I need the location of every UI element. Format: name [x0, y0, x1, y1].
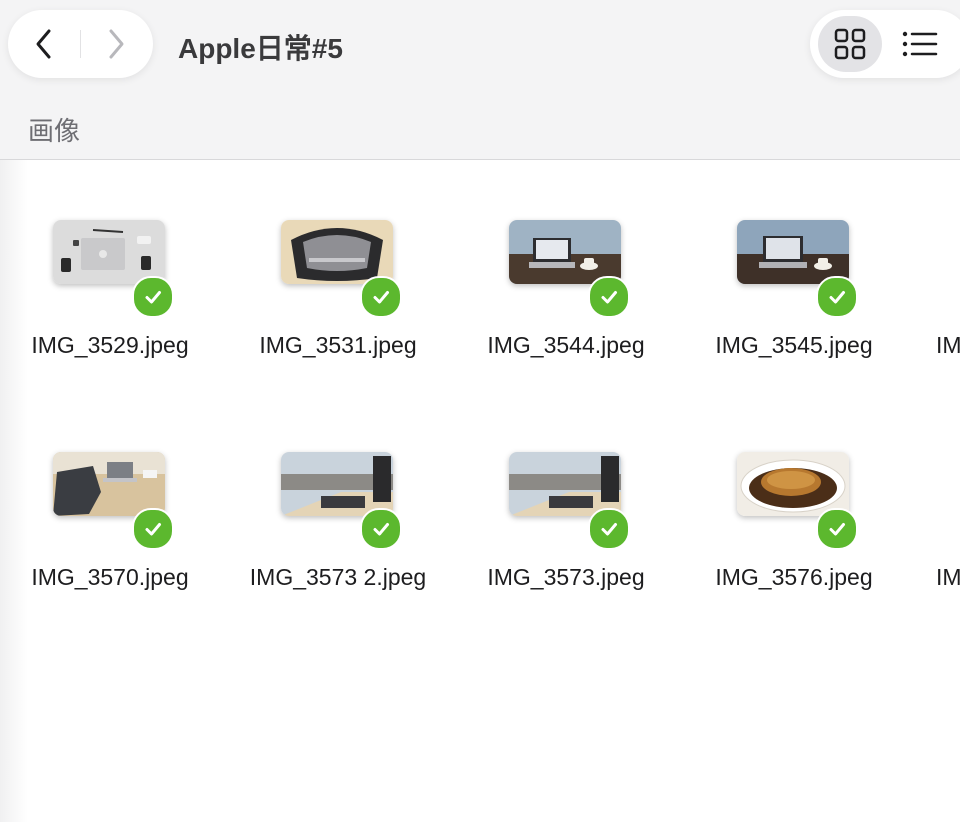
- file-item-partial[interactable]: IM: [936, 220, 960, 390]
- file-name: IMG_3545.jpeg: [715, 332, 873, 358]
- file-item[interactable]: IMG_3570.jpeg: [0, 452, 224, 622]
- file-item[interactable]: IMG_3545.jpeg: [680, 220, 908, 390]
- thumbnail: [281, 220, 393, 284]
- toolbar: Apple日常#5: [0, 0, 960, 95]
- synced-check-icon: [588, 508, 630, 550]
- view-mode-group: [810, 10, 960, 78]
- file-item[interactable]: IMG_3529.jpeg: [0, 220, 224, 390]
- thumbnail: [281, 452, 393, 516]
- thumbnail: [53, 452, 165, 516]
- navigation-group: [8, 10, 153, 78]
- window-title: Apple日常#5: [178, 33, 343, 64]
- synced-check-icon: [816, 508, 858, 550]
- file-name: IMG_3570.jpeg: [31, 564, 189, 590]
- thumbnail: [509, 220, 621, 284]
- file-name: IMG_3529.jpeg: [31, 332, 189, 358]
- file-item-partial[interactable]: IM: [936, 452, 960, 622]
- back-button[interactable]: [8, 10, 80, 78]
- thumbnail: [737, 452, 849, 516]
- file-item[interactable]: IMG_3544.jpeg: [452, 220, 680, 390]
- file-name: IM: [936, 332, 960, 358]
- file-item[interactable]: IMG_3576.jpeg: [680, 452, 908, 622]
- file-item[interactable]: IMG_3573 2.jpeg: [224, 452, 452, 622]
- list-view-icon: [902, 31, 938, 57]
- synced-check-icon: [816, 276, 858, 318]
- synced-check-icon: [360, 276, 402, 318]
- grid-view-button[interactable]: [818, 16, 882, 72]
- synced-check-icon: [132, 508, 174, 550]
- file-name: IMG_3576.jpeg: [715, 564, 873, 590]
- thumbnail: [53, 220, 165, 284]
- forward-button[interactable]: [80, 10, 152, 78]
- thumbnail: [737, 220, 849, 284]
- file-name: IM: [936, 564, 960, 590]
- chevron-right-icon: [109, 29, 124, 59]
- file-name: IMG_3544.jpeg: [487, 332, 645, 358]
- file-name: IMG_3573.jpeg: [487, 564, 645, 590]
- file-item[interactable]: IMG_3573.jpeg: [452, 452, 680, 622]
- chevron-left-icon: [36, 29, 51, 59]
- synced-check-icon: [588, 276, 630, 318]
- thumbnail: [509, 452, 621, 516]
- grid-view-icon: [834, 28, 866, 60]
- file-name: IMG_3573 2.jpeg: [249, 564, 427, 590]
- list-view-button[interactable]: [890, 16, 950, 72]
- section-header: 画像: [0, 95, 960, 160]
- file-item[interactable]: IMG_3531.jpeg: [224, 220, 452, 390]
- section-label: 画像: [28, 117, 81, 147]
- synced-check-icon: [360, 508, 402, 550]
- file-name: IMG_3531.jpeg: [259, 332, 417, 358]
- synced-check-icon: [132, 276, 174, 318]
